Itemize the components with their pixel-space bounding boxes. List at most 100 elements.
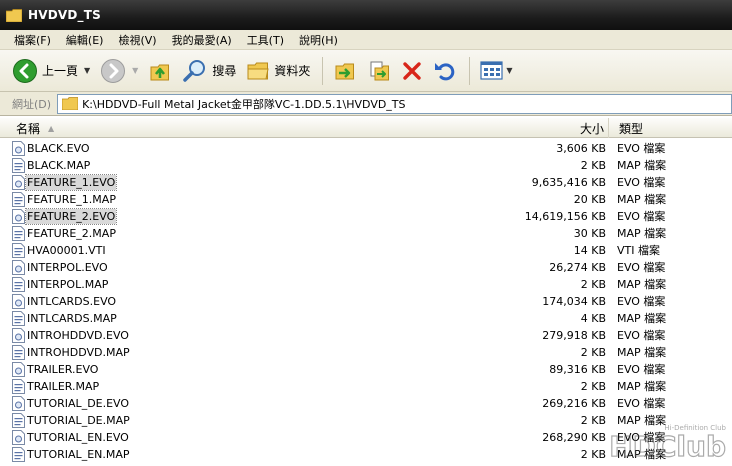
document-file-icon [12,277,25,292]
address-path: K:\HDDVD-Full Metal Jacket金甲部隊VC-1.DD.5.… [82,97,406,111]
up-folder-button[interactable] [144,54,176,88]
back-arrow-icon [13,58,37,83]
file-row[interactable]: FEATURE_1.EVO 9,635,416 KB EVO 檔案 [0,174,732,191]
forward-arrow-icon [101,58,126,83]
file-type: EVO 檔案 [617,261,666,274]
file-name[interactable]: TRAILER.MAP [26,379,100,394]
menu-file[interactable]: 檔案(F) [14,32,51,48]
file-row[interactable]: INTROHDDVD.MAP 2 KB MAP 檔案 [0,344,732,361]
document-file-icon [12,379,25,394]
column-header-size[interactable]: 大小 [486,118,606,138]
forward-button[interactable]: ▼ [96,54,142,88]
document-file-icon [12,226,25,241]
file-name[interactable]: HVA00001.VTI [26,243,107,258]
address-label: 網址(D) [12,97,52,111]
file-size: 20 KB [573,193,606,206]
file-row[interactable]: TRAILER.EVO 89,316 KB EVO 檔案 [0,361,732,378]
file-name[interactable]: TUTORIAL_EN.EVO [26,430,130,445]
file-name[interactable]: TUTORIAL_DE.EVO [26,396,130,411]
file-row[interactable]: INTERPOL.EVO 26,274 KB EVO 檔案 [0,259,732,276]
copy-to-button[interactable] [363,54,395,88]
file-name[interactable]: INTLCARDS.MAP [26,311,118,326]
file-row[interactable]: FEATURE_2.MAP 30 KB MAP 檔案 [0,225,732,242]
menu-favorites[interactable]: 我的最愛(A) [172,32,232,48]
file-type: EVO 檔案 [617,397,666,410]
media-file-icon [12,294,25,309]
search-button[interactable]: 搜尋 [178,54,240,88]
file-name[interactable]: TRAILER.EVO [26,362,99,377]
menu-view[interactable]: 檢視(V) [118,32,156,48]
file-name[interactable]: TUTORIAL_EN.MAP [26,447,131,462]
file-size: 2 KB [580,380,606,393]
file-type: VTI 檔案 [617,244,660,257]
file-type: MAP 檔案 [617,278,667,291]
views-button[interactable]: ▼ [476,54,516,88]
folders-button[interactable]: 資料夾 [242,54,314,88]
delete-x-icon [403,61,422,80]
file-size: 2 KB [580,159,606,172]
file-row[interactable]: BLACK.EVO 3,606 KB EVO 檔案 [0,140,732,157]
menu-help[interactable]: 說明(H) [299,32,338,48]
file-row[interactable]: INTLCARDS.MAP 4 KB MAP 檔案 [0,310,732,327]
file-name[interactable]: FEATURE_1.EVO [24,174,118,191]
file-name[interactable]: BLACK.EVO [26,141,91,156]
file-size: 14 KB [573,244,606,257]
column-header-type[interactable]: 類型 [608,118,732,138]
document-file-icon [12,192,25,207]
file-row[interactable]: INTROHDDVD.EVO 279,918 KB EVO 檔案 [0,327,732,344]
back-label: 上一頁 [42,64,79,78]
file-row[interactable]: BLACK.MAP 2 KB MAP 檔案 [0,157,732,174]
folder-icon [62,97,79,110]
file-size: 2 KB [580,278,606,291]
back-button[interactable]: 上一頁 ▼ [8,54,94,88]
document-file-icon [12,345,25,360]
document-file-icon [12,243,25,258]
file-name[interactable]: FEATURE_2.EVO [24,208,118,225]
file-type: EVO 檔案 [617,363,666,376]
delete-button[interactable] [397,54,427,88]
menu-tools[interactable]: 工具(T) [247,32,284,48]
move-to-button[interactable] [329,54,361,88]
file-size: 174,034 KB [542,295,606,308]
column-header-name[interactable]: 名稱 ▲ [16,118,486,138]
file-name[interactable]: FEATURE_1.MAP [26,192,117,207]
dropdown-arrow-icon[interactable]: ▼ [132,66,138,75]
search-label: 搜尋 [212,64,237,78]
file-name[interactable]: INTERPOL.MAP [26,277,109,292]
file-row[interactable]: TRAILER.MAP 2 KB MAP 檔案 [0,378,732,395]
address-input[interactable]: K:\HDDVD-Full Metal Jacket金甲部隊VC-1.DD.5.… [57,93,732,114]
document-file-icon [12,413,25,428]
file-name[interactable]: TUTORIAL_DE.MAP [26,413,131,428]
dropdown-arrow-icon[interactable]: ▼ [506,66,512,75]
file-name[interactable]: INTERPOL.EVO [26,260,109,275]
file-row[interactable]: HVA00001.VTI 14 KB VTI 檔案 [0,242,732,259]
column-header: 名稱 ▲ 大小 類型 [0,118,732,138]
file-row[interactable]: FEATURE_2.EVO 14,619,156 KB EVO 檔案 [0,208,732,225]
media-file-icon [12,260,25,275]
file-name[interactable]: BLACK.MAP [26,158,91,173]
file-row[interactable]: FEATURE_1.MAP 20 KB MAP 檔案 [0,191,732,208]
file-name[interactable]: INTROHDDVD.MAP [26,345,131,360]
file-type: MAP 檔案 [617,380,667,393]
file-type: EVO 檔案 [617,176,666,189]
file-row[interactable]: TUTORIAL_DE.EVO 269,216 KB EVO 檔案 [0,395,732,412]
media-file-icon [12,141,25,156]
file-row[interactable]: INTLCARDS.EVO 174,034 KB EVO 檔案 [0,293,732,310]
file-name[interactable]: INTLCARDS.EVO [26,294,117,309]
search-icon [183,59,206,82]
title-bar[interactable]: HVDVD_TS [0,0,732,30]
file-name[interactable]: INTROHDDVD.EVO [26,328,130,343]
media-file-icon [12,328,25,343]
undo-button[interactable] [429,54,461,88]
document-file-icon [12,447,25,462]
dropdown-arrow-icon[interactable]: ▼ [84,66,90,75]
menu-edit[interactable]: 編輯(E) [66,32,104,48]
file-type: MAP 檔案 [617,193,667,206]
file-row[interactable]: INTERPOL.MAP 2 KB MAP 檔案 [0,276,732,293]
file-size: 2 KB [580,346,606,359]
folders-icon [247,62,269,79]
file-name[interactable]: FEATURE_2.MAP [26,226,117,241]
toolbar: 上一頁 ▼ ▼ 搜尋 資料夾 ▼ [0,50,732,92]
address-bar: 網址(D) K:\HDDVD-Full Metal Jacket金甲部隊VC-1… [0,92,732,116]
hdclub-logo: Hi-Definition Club HDClub [609,424,727,462]
